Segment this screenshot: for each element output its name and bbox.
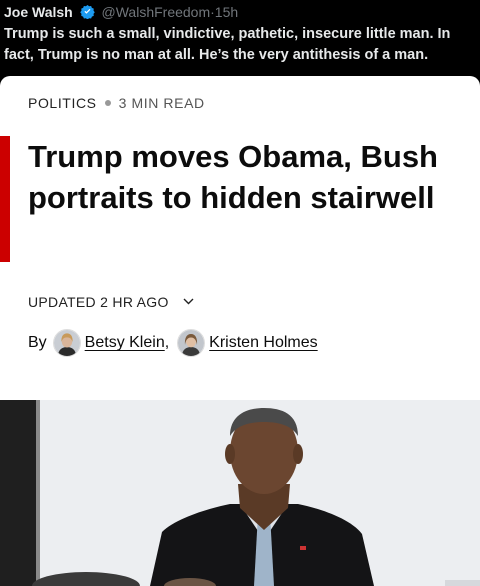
article-card[interactable]: POLITICS 3 MIN READ Trump moves Obama, Bu… (0, 76, 480, 586)
byline: By Betsy Klein, Kristen Holmes (28, 328, 318, 358)
author-link[interactable]: Betsy Klein (85, 334, 165, 352)
tweet: Joe Walsh @WalshFreedom·15h Trump is suc… (0, 0, 480, 76)
updated-timestamp[interactable]: UPDATED 2 HR AGO (28, 292, 194, 310)
section-label[interactable]: POLITICS (28, 95, 97, 111)
tweet-header: Joe Walsh @WalshFreedom·15h (4, 4, 238, 23)
article-meta: POLITICS 3 MIN READ (28, 95, 205, 111)
updated-label: UPDATED 2 HR AGO (28, 294, 169, 310)
verified-badge-icon (79, 4, 95, 23)
avatar (52, 329, 81, 357)
tweet-time[interactable]: 15h (215, 4, 238, 20)
article-hero-image[interactable] (0, 400, 480, 586)
author-link[interactable]: Kristen Holmes (209, 334, 317, 352)
author-separator: , (164, 334, 170, 351)
read-time: 3 MIN READ (118, 95, 205, 111)
avatar (177, 329, 206, 357)
tweet-handle[interactable]: @WalshFreedom (102, 4, 211, 20)
chevron-down-icon[interactable] (183, 292, 194, 308)
article-headline: Trump moves Obama, Bush portraits to hid… (28, 139, 438, 215)
headline-accent-bar (0, 136, 10, 262)
tweet-author-name[interactable]: Joe Walsh (4, 4, 73, 20)
tweet-text: Trump is such a small, vindictive, pathe… (4, 26, 451, 63)
byline-prefix: By (28, 334, 47, 351)
meta-dot-separator (104, 100, 111, 107)
